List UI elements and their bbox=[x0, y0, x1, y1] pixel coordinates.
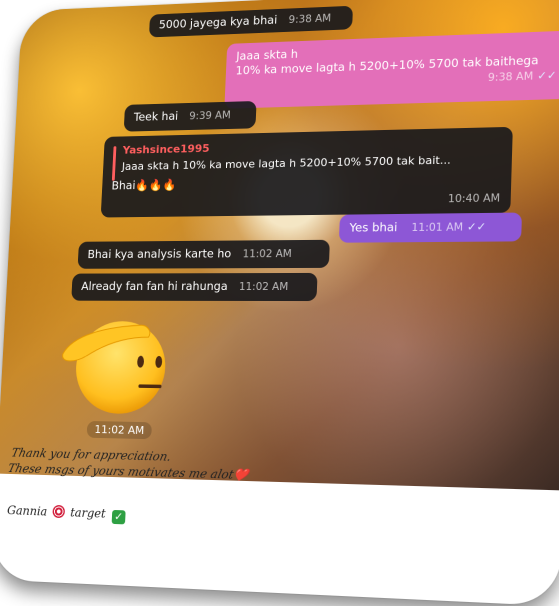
message-time: 9:39 AM bbox=[188, 109, 231, 123]
message-text: Already fan fan hi rahunga bbox=[80, 279, 228, 293]
post-signature: Gannia target ✓ bbox=[6, 503, 126, 525]
double-check-icon: ✓✓ bbox=[466, 220, 487, 234]
check-mark-icon: ✓ bbox=[111, 509, 126, 525]
saluting-face-sticker[interactable] bbox=[50, 313, 178, 418]
message-incoming-reply[interactable]: Yashsince1995 Jaaa skta h 10% ka move la… bbox=[100, 126, 513, 218]
signature-tag: target bbox=[69, 505, 106, 521]
saluting-face-icon bbox=[50, 321, 168, 415]
message-text: Bhai🔥🔥🔥 bbox=[111, 177, 177, 193]
message-outgoing[interactable]: Jaaa skta h 10% ka move lagta h 5200+10%… bbox=[224, 30, 559, 109]
message-time: 9:38 AM bbox=[487, 70, 534, 85]
message-text: Yes bhai bbox=[349, 220, 398, 235]
message-time: 11:01 AM bbox=[411, 221, 464, 235]
message-outgoing[interactable]: Yes bhai 11:01 AM ✓✓ bbox=[338, 212, 522, 243]
screenshot-card: 5000 jayega kya bhai 9:38 AM Jaaa skta h… bbox=[0, 0, 559, 606]
message-time: 11:02 AM bbox=[242, 248, 293, 261]
message-incoming[interactable]: Teek hai 9:39 AM bbox=[123, 100, 257, 132]
message-incoming[interactable]: Bhai kya analysis karte ho 11:02 AM bbox=[77, 239, 330, 269]
message-incoming[interactable]: Already fan fan hi rahunga 11:02 AM bbox=[71, 272, 318, 302]
message-text: Teek hai bbox=[133, 109, 179, 124]
signature-text: Gannia bbox=[6, 503, 48, 519]
double-check-icon: ✓✓ bbox=[536, 68, 557, 83]
message-text: 5000 jayega kya bhai bbox=[158, 12, 278, 32]
phone-frame: 5000 jayega kya bhai 9:38 AM Jaaa skta h… bbox=[0, 0, 559, 606]
sticker-time: 11:02 AM bbox=[86, 420, 153, 440]
direct-hit-icon bbox=[52, 504, 66, 519]
message-time: 9:38 AM bbox=[288, 12, 332, 26]
message-time: 10:40 AM bbox=[447, 192, 501, 206]
message-text: Bhai kya analysis karte ho bbox=[87, 246, 232, 262]
message-time: 11:02 AM bbox=[238, 280, 289, 294]
